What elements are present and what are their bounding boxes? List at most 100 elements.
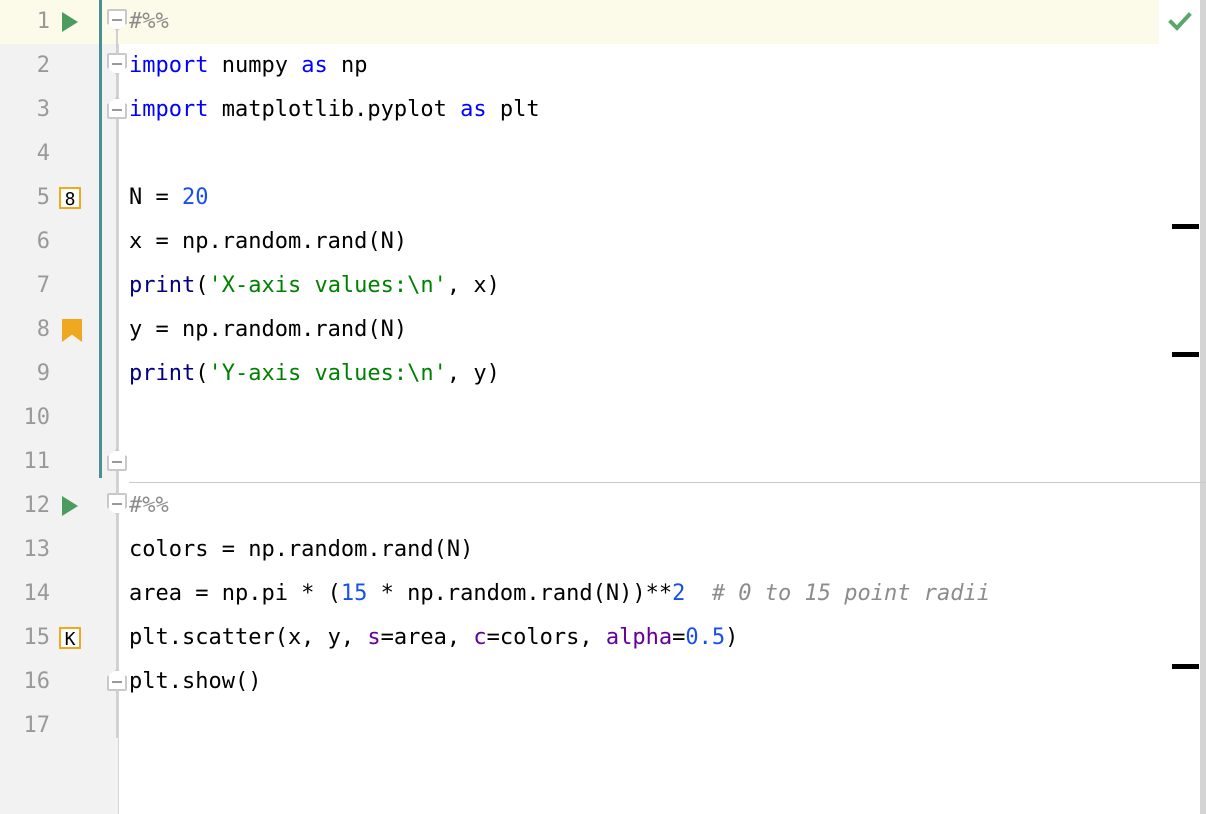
bookmark-flag-icon	[62, 319, 82, 342]
line-number: 17	[23, 713, 51, 738]
code-text[interactable]: import numpy as np	[129, 44, 367, 88]
editor-line-11[interactable]: 11	[0, 440, 1206, 484]
code-text[interactable]: plt.show()	[129, 660, 261, 704]
fold-minus-glyph	[112, 461, 122, 463]
token-cmt: #%%	[129, 9, 169, 34]
token-op: matplotlib.pyplot	[208, 97, 461, 122]
bookmark-mnemonic-icon: K	[59, 627, 81, 650]
token-num: 2	[672, 581, 686, 606]
editor-line-3[interactable]: 3 import matplotlib.pyplot as plt	[0, 88, 1206, 132]
active-line-highlight	[0, 0, 1159, 44]
cell-separator	[129, 482, 1206, 483]
editor-line-14[interactable]: 14 area = np.pi * (15 * np.random.rand(N)…	[0, 572, 1206, 616]
run-cell-arrow-icon[interactable]	[58, 0, 94, 44]
active-cell-indicator	[99, 0, 102, 478]
token-str: 'Y-axis values:\n'	[208, 361, 447, 386]
editor-line-10[interactable]: 10	[0, 396, 1206, 440]
code-text[interactable]: #%%	[129, 0, 169, 44]
editor-line-9[interactable]: 9 print('Y-axis values:\n', y)	[0, 352, 1206, 396]
token-kw: as	[460, 97, 487, 122]
line-number: 9	[36, 361, 50, 386]
token-kw: import	[129, 53, 209, 78]
token-op: plt.scatter(x, y,	[129, 625, 368, 650]
token-op: y = np.random.rand(N)	[129, 317, 408, 342]
fold-guide-line	[116, 10, 118, 518]
token-named: alpha	[605, 625, 673, 650]
editor-line-7[interactable]: 7 print('X-axis values:\n', x)	[0, 264, 1206, 308]
line-number: 1	[36, 9, 50, 34]
code-editor[interactable]: 1 #%% 2 import numpy as np 3 import matplotli…	[0, 0, 1206, 814]
token-num: 20	[181, 185, 209, 210]
line-number: 10	[23, 405, 51, 430]
fold-minus-glyph	[112, 681, 122, 683]
scrollbar-rail[interactable]	[1200, 0, 1206, 814]
token-op: (	[195, 273, 209, 298]
token-op: plt.show()	[129, 669, 262, 694]
token-op: x = np.random.rand(N)	[129, 229, 408, 254]
line-number: 5	[36, 185, 50, 210]
play-triangle-icon	[62, 12, 78, 32]
token-fn: print	[129, 361, 196, 386]
token-op: numpy	[208, 53, 302, 78]
play-triangle-icon	[62, 496, 78, 516]
code-text[interactable]: plt.scatter(x, y, s=area, c=colors, alph…	[129, 616, 738, 660]
checkmark-icon[interactable]	[1166, 8, 1194, 36]
code-text[interactable]: area = np.pi * (15 * np.random.rand(N))*…	[129, 572, 990, 616]
code-text[interactable]: import matplotlib.pyplot as plt	[129, 88, 540, 132]
bookmark-flag-icon[interactable]	[58, 308, 94, 352]
token-op: N =	[129, 185, 182, 210]
code-text[interactable]: y = np.random.rand(N)	[129, 308, 407, 352]
editor-line-16[interactable]: 16 plt.show()	[0, 660, 1206, 704]
line-number: 11	[23, 449, 51, 474]
line-number: 6	[36, 229, 50, 254]
editor-line-17[interactable]: 17	[0, 704, 1206, 748]
fold-minus-glyph	[112, 63, 122, 65]
code-text[interactable]: N = 20	[129, 176, 208, 220]
change-marker-2[interactable]	[1172, 352, 1199, 357]
line-number: 8	[36, 317, 50, 342]
run-cell-arrow-icon[interactable]	[58, 484, 94, 528]
line-number: 16	[23, 669, 51, 694]
editor-line-15[interactable]: 15 Kplt.scatter(x, y, s=area, c=colors, a…	[0, 616, 1206, 660]
bookmark-mnemonic-icon: 8	[59, 187, 81, 210]
token-op: plt	[486, 97, 540, 122]
editor-line-8[interactable]: 8 y = np.random.rand(N)	[0, 308, 1206, 352]
token-op: , y)	[446, 361, 500, 386]
token-op: , x)	[446, 273, 500, 298]
code-text[interactable]: print('X-axis values:\n', x)	[129, 264, 500, 308]
bookmark-K-icon[interactable]: K	[58, 616, 94, 660]
line-number: 2	[36, 53, 50, 78]
token-op: =	[672, 625, 686, 650]
editor-line-13[interactable]: 13 colors = np.random.rand(N)	[0, 528, 1206, 572]
fold-minus-glyph	[112, 503, 122, 505]
line-number: 3	[36, 97, 50, 122]
token-named: c	[473, 625, 487, 650]
change-marker-3[interactable]	[1172, 664, 1199, 669]
change-marker-1[interactable]	[1172, 224, 1199, 229]
token-op: )	[725, 625, 739, 650]
token-num: 0.5	[685, 625, 726, 650]
bookmark-8-icon[interactable]: 8	[58, 176, 94, 220]
token-kw: as	[301, 53, 328, 78]
editor-line-1[interactable]: 1 #%%	[0, 0, 1206, 44]
editor-line-6[interactable]: 6 x = np.random.rand(N)	[0, 220, 1206, 264]
code-text[interactable]: print('Y-axis values:\n', y)	[129, 352, 500, 396]
token-op: =colors,	[486, 625, 606, 650]
token-op: (	[195, 361, 209, 386]
editor-line-4[interactable]: 4	[0, 132, 1206, 176]
editor-line-5[interactable]: 58 N = 20	[0, 176, 1206, 220]
fold-guide-line	[116, 494, 118, 738]
token-op	[685, 581, 712, 606]
code-text[interactable]: #%%	[129, 484, 169, 528]
editor-line-12[interactable]: 12 #%%	[0, 484, 1206, 528]
code-text[interactable]: colors = np.random.rand(N)	[129, 528, 473, 572]
token-kw: import	[129, 97, 209, 122]
line-number: 13	[23, 537, 51, 562]
token-str: 'X-axis values:\n'	[208, 273, 447, 298]
token-num: 15	[340, 581, 368, 606]
token-named: s	[367, 625, 381, 650]
line-number: 15	[23, 625, 51, 650]
token-op: * np.random.rand(N))**	[367, 581, 673, 606]
code-text[interactable]: x = np.random.rand(N)	[129, 220, 407, 264]
editor-line-2[interactable]: 2 import numpy as np	[0, 44, 1206, 88]
